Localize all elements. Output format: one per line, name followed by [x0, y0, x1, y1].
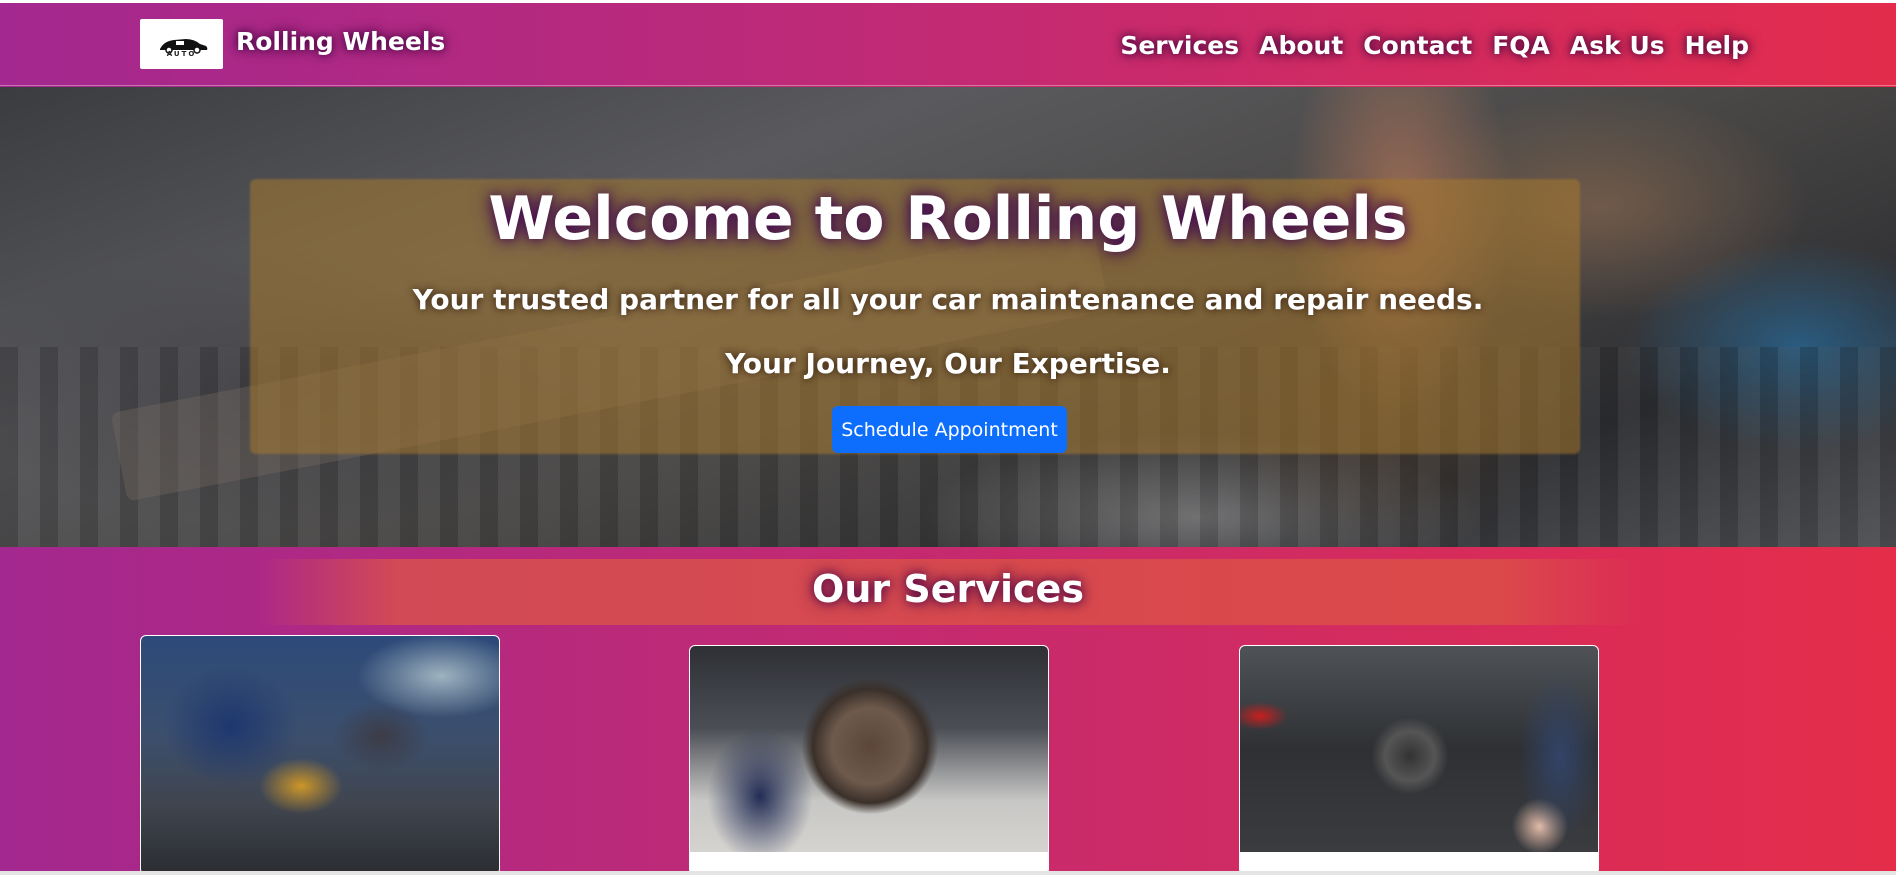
nav-link-fqa[interactable]: FQA — [1492, 31, 1550, 60]
schedule-appointment-button[interactable]: Schedule Appointment — [832, 406, 1067, 453]
nav-link-ask-us[interactable]: Ask Us — [1570, 31, 1665, 60]
nav-link-help[interactable]: Help — [1685, 31, 1749, 60]
bottom-edge — [0, 871, 1896, 875]
nav-link-contact[interactable]: Contact — [1363, 31, 1472, 60]
nav-links: Services About Contact FQA Ask Us Help — [1100, 31, 1749, 60]
hero-title: Welcome to Rolling Wheels — [488, 184, 1408, 254]
services-title: Our Services — [812, 567, 1084, 611]
service-card-engine[interactable] — [1239, 645, 1599, 875]
service-card-image — [1240, 646, 1598, 852]
brand-name[interactable]: Rolling Wheels — [236, 27, 445, 56]
service-card-image — [690, 646, 1048, 852]
service-card-image — [141, 636, 499, 874]
nav-link-about[interactable]: About — [1259, 31, 1343, 60]
logo[interactable]: AUTO — [140, 19, 223, 69]
hero-tagline: Your Journey, Our Expertise. — [725, 347, 1171, 380]
service-card-brakes[interactable] — [689, 645, 1049, 875]
hero-subtitle: Your trusted partner for all your car ma… — [412, 283, 1484, 316]
logo-text: AUTO — [166, 50, 197, 58]
nav-link-services[interactable]: Services — [1120, 31, 1239, 60]
navbar: AUTO Rolling Wheels Services About Conta… — [0, 3, 1896, 86]
service-card-oil-change[interactable] — [140, 635, 500, 875]
